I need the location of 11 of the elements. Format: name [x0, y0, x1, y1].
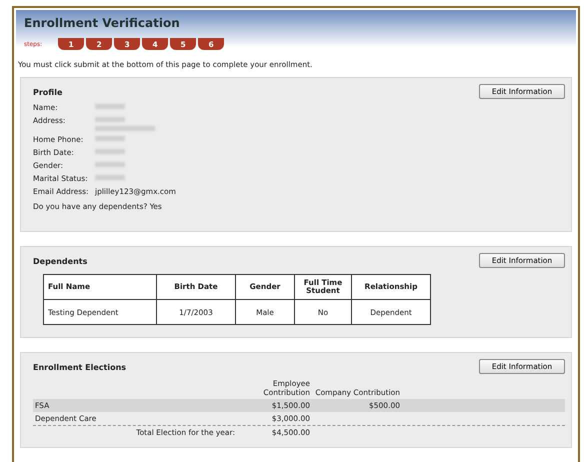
section-title: Profile [33, 88, 62, 97]
blurred-value [95, 126, 155, 131]
page-title: Enrollment Verification [24, 16, 181, 30]
blurred-value [95, 175, 125, 180]
blurred-value [95, 149, 125, 154]
blurred-value [95, 162, 125, 167]
blurred-value [95, 104, 125, 109]
section-title: Dependents [33, 257, 88, 266]
blurred-value [95, 117, 125, 122]
blurred-value [95, 136, 125, 141]
section-title: Enrollment Elections [33, 363, 126, 372]
